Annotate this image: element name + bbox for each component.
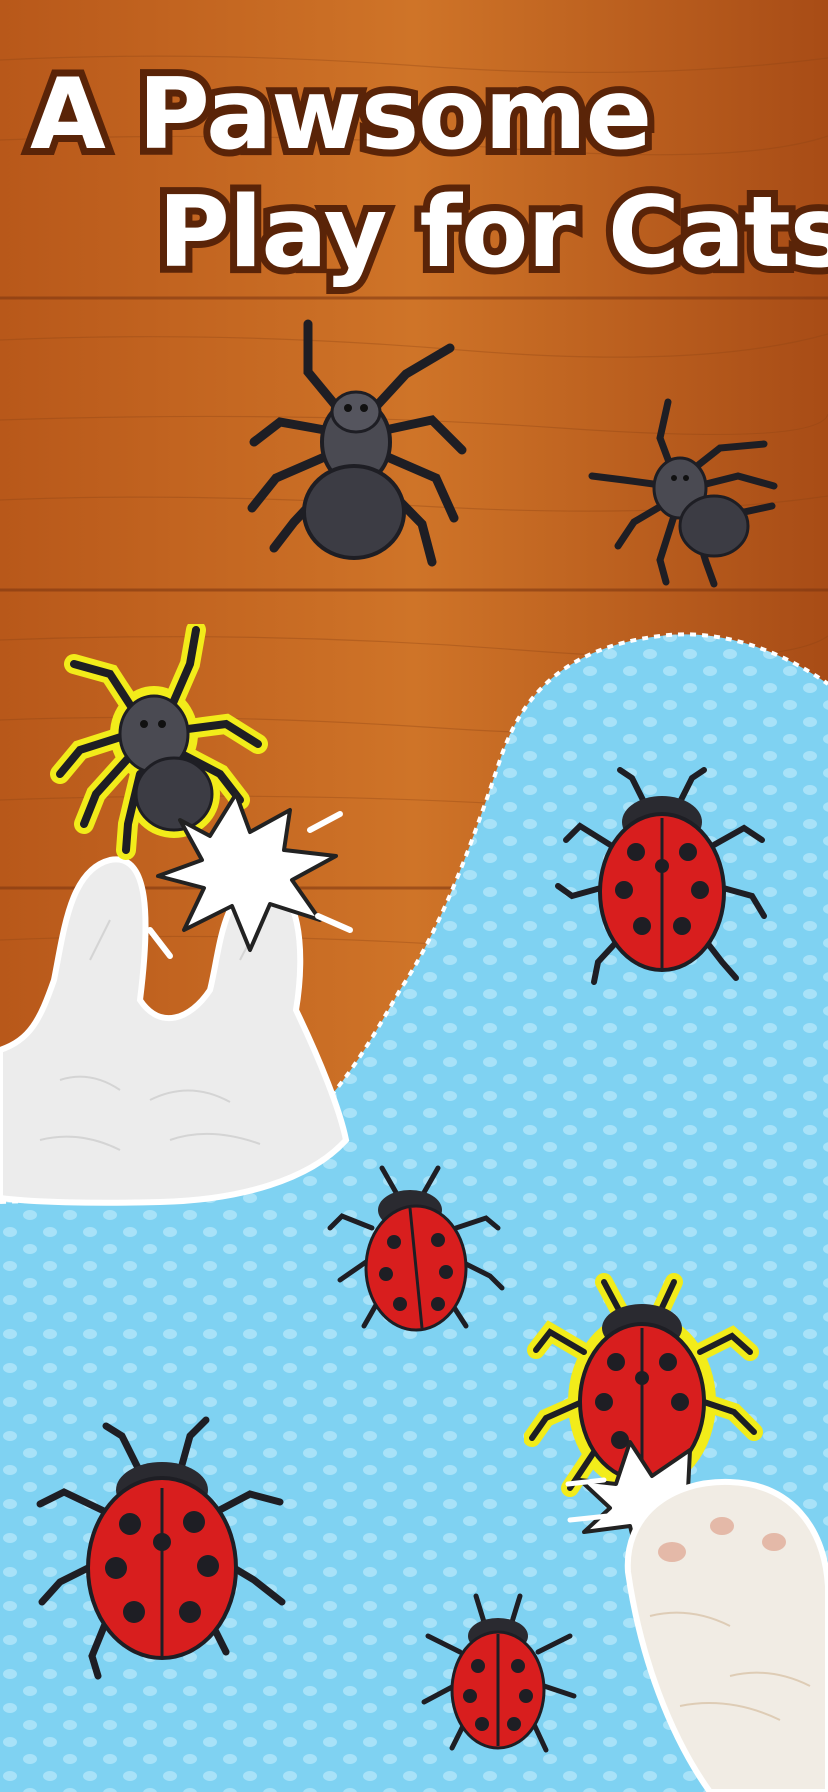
impact-burst-upper xyxy=(147,792,353,959)
ladybug-upper-right[interactable] xyxy=(552,756,772,986)
cat-paw-right xyxy=(624,1478,828,1792)
ladybug-middle[interactable] xyxy=(326,1158,506,1348)
ladybug-bottom[interactable] xyxy=(414,1586,584,1766)
headline-line2: Play for Cats xyxy=(151,176,828,290)
headline-line1: A Pawsome xyxy=(23,58,659,172)
spider-top-left[interactable] xyxy=(236,312,476,582)
ladybug-lower-left[interactable] xyxy=(30,1412,290,1682)
spider-top-right[interactable] xyxy=(588,396,788,596)
game-screen: A Pawsome Play for Cats xyxy=(0,0,828,1792)
